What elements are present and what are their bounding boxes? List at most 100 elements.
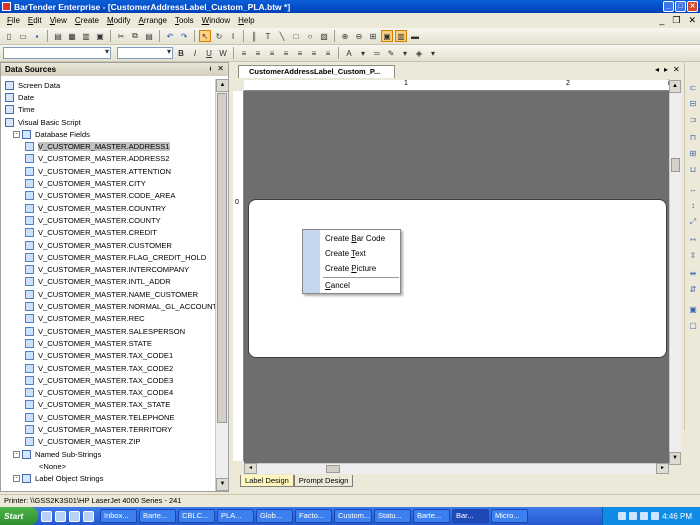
collapse-icon[interactable]: - xyxy=(13,475,20,483)
quicklaunch-explorer-icon[interactable] xyxy=(41,510,52,522)
line-style-icon[interactable]: ═ xyxy=(371,47,383,59)
new-icon[interactable]: ▯ xyxy=(3,30,15,42)
tray-network-icon[interactable] xyxy=(618,512,627,520)
line-color-icon[interactable]: ✎ xyxy=(385,47,397,59)
canvas-scroll-left-icon[interactable]: ◂ xyxy=(244,463,257,474)
align-middles-icon[interactable]: ⊞ xyxy=(687,148,699,160)
mdi-restore-button[interactable]: ❐ xyxy=(672,15,680,26)
minimize-button[interactable]: _ xyxy=(663,1,674,12)
align-center-icon[interactable]: ≡ xyxy=(252,47,264,59)
center-vertical-icon[interactable]: ⇵ xyxy=(687,284,699,296)
tree-item[interactable]: Date xyxy=(5,91,34,103)
rotate-icon[interactable]: ↻ xyxy=(213,30,225,42)
canvas-scroll-down-icon[interactable]: ▼ xyxy=(669,452,681,465)
tree-field-item[interactable]: V_CUSTOMER_MASTER.ZIP xyxy=(25,436,140,448)
tray-security-icon[interactable] xyxy=(640,512,649,520)
tree-field-item[interactable]: V_CUSTOMER_MASTER.FLAG_CREDIT_HOLD xyxy=(25,251,206,263)
canvas-vertical-scrollbar[interactable]: ▲ ▼ xyxy=(669,80,681,465)
space-across-icon[interactable]: ⇿ xyxy=(687,234,699,246)
menu-modify[interactable]: Modify xyxy=(103,16,135,25)
taskbar-task[interactable]: Micro... xyxy=(491,509,528,523)
align-right-edges-icon[interactable]: ⊐ xyxy=(687,114,699,126)
tree-field-item[interactable]: V_CUSTOMER_MASTER.REC xyxy=(25,313,145,325)
clock[interactable]: 4:46 PM xyxy=(662,512,692,521)
tree-field-item[interactable]: V_CUSTOMER_MASTER.ADDRESS2 xyxy=(25,153,170,165)
align-middle-icon[interactable]: ≡ xyxy=(308,47,320,59)
save-icon[interactable]: ▪ xyxy=(31,30,43,42)
tree-field-item[interactable]: V_CUSTOMER_MASTER.NAME_CUSTOMER xyxy=(25,288,198,300)
menu-cancel[interactable]: Cancel xyxy=(325,281,350,290)
fill-color-icon[interactable]: ◈ xyxy=(413,47,425,59)
tree-field-item[interactable]: V_CUSTOMER_MASTER.NORMAL_GL_ACCOUNT xyxy=(25,300,215,312)
tree-item[interactable]: <None> xyxy=(39,460,66,472)
tree-field-item[interactable]: V_CUSTOMER_MASTER.SALESPERSON xyxy=(25,325,185,337)
tree-field-item[interactable]: V_CUSTOMER_MASTER.TAX_CODE4 xyxy=(25,387,173,399)
quicklaunch-media-icon[interactable] xyxy=(83,510,94,522)
align-bottoms-icon[interactable]: ⊔ xyxy=(687,164,699,176)
tab-prompt-design[interactable]: Prompt Design xyxy=(293,475,354,487)
collapse-icon[interactable]: - xyxy=(13,130,20,138)
tree-field-item[interactable]: V_CUSTOMER_MASTER.CUSTOMER xyxy=(25,239,172,251)
close-button[interactable]: ✕ xyxy=(687,1,698,12)
print-icon[interactable]: ▦ xyxy=(66,30,78,42)
canvas-vscroll-thumb[interactable] xyxy=(671,158,680,172)
align-left-edges-icon[interactable]: ⊏ xyxy=(687,82,699,94)
tree-field-item[interactable]: V_CUSTOMER_MASTER.STATE xyxy=(25,337,152,349)
tree-field-item[interactable]: V_CUSTOMER_MASTER.COUNTY xyxy=(25,214,161,226)
canvas-horizontal-scrollbar[interactable]: ◂ ▸ xyxy=(244,463,669,474)
menu-arrange[interactable]: Arrange xyxy=(135,16,171,25)
open-icon[interactable]: ▭ xyxy=(17,30,29,42)
page-view-icon[interactable]: ▣ xyxy=(381,30,393,42)
tree-item[interactable]: Visual Basic Script xyxy=(5,116,81,128)
same-width-icon[interactable]: ↔ xyxy=(687,184,699,196)
pin-icon[interactable]: ᵼ xyxy=(210,64,212,73)
rectangle-tool-icon[interactable]: □ xyxy=(290,30,302,42)
tree-field-item[interactable]: V_CUSTOMER_MASTER.ATTENTION xyxy=(25,165,171,177)
tab-label-design[interactable]: Label Design xyxy=(240,475,294,487)
collapse-icon[interactable]: - xyxy=(13,450,20,458)
text-tool-icon[interactable]: T xyxy=(262,30,274,42)
print-preview-icon[interactable]: ▤ xyxy=(52,30,64,42)
menu-tools[interactable]: Tools xyxy=(171,16,198,25)
database-setup-icon[interactable]: ▣ xyxy=(94,30,106,42)
paste-icon[interactable]: ▤ xyxy=(143,30,155,42)
bring-front-icon[interactable]: ▣ xyxy=(687,304,699,316)
tree-field-item[interactable]: V_CUSTOMER_MASTER.TAX_CODE3 xyxy=(25,374,173,386)
redo-icon[interactable]: ↷ xyxy=(178,30,190,42)
panel-close-icon[interactable]: ✕ xyxy=(217,64,224,73)
taskbar-task[interactable]: PLA... xyxy=(217,509,254,523)
canvas-scroll-right-icon[interactable]: ▸ xyxy=(656,463,669,474)
menu-create-bar-code[interactable]: Create Bar Code xyxy=(325,234,385,243)
taskbar-task[interactable]: Bar... xyxy=(452,509,489,523)
tree-field-item[interactable]: V_CUSTOMER_MASTER.INTL_ADDR xyxy=(25,276,171,288)
menu-create[interactable]: Create xyxy=(71,16,103,25)
quicklaunch-ie-icon[interactable] xyxy=(69,510,80,522)
print-setup-icon[interactable]: ▥ xyxy=(80,30,92,42)
zoom-in-icon[interactable]: ⊕ xyxy=(339,30,351,42)
tree-field-item[interactable]: V_CUSTOMER_MASTER.CREDIT xyxy=(25,227,157,239)
align-bottom-icon[interactable]: ≡ xyxy=(322,47,334,59)
menu-help[interactable]: Help xyxy=(234,16,258,25)
tree-item[interactable]: Time xyxy=(5,104,35,116)
same-size-icon[interactable]: ⤢ xyxy=(687,216,699,228)
taskbar-task[interactable]: Inbox... xyxy=(100,509,137,523)
tray-update-icon[interactable] xyxy=(651,512,660,520)
align-centers-icon[interactable]: ⊟ xyxy=(687,98,699,110)
justify-icon[interactable]: ≡ xyxy=(280,47,292,59)
start-button[interactable]: Start xyxy=(0,507,38,525)
tree-field-item[interactable]: V_CUSTOMER_MASTER.CODE_AREA xyxy=(25,190,175,202)
align-right-icon[interactable]: ≡ xyxy=(266,47,278,59)
tree-field-item[interactable]: V_CUSTOMER_MASTER.TERRITORY xyxy=(25,423,172,435)
undo-icon[interactable]: ↶ xyxy=(164,30,176,42)
line-color-dropdown-icon[interactable]: ▾ xyxy=(399,47,411,59)
tree-field-item[interactable]: V_CUSTOMER_MASTER.COUNTRY xyxy=(25,202,166,214)
menu-window[interactable]: Window xyxy=(198,16,234,25)
mdi-close-button[interactable]: ✕ xyxy=(688,15,696,26)
ellipse-tool-icon[interactable]: ○ xyxy=(304,30,316,42)
bold-icon[interactable]: B xyxy=(175,47,187,59)
tree-field-item[interactable]: V_CUSTOMER_MASTER.TELEPHONE xyxy=(25,411,175,423)
taskbar-task[interactable]: CBLC... xyxy=(178,509,215,523)
canvas-hscroll-thumb[interactable] xyxy=(326,465,340,473)
menu-create-picture[interactable]: Create Picture xyxy=(325,264,376,273)
wordwrap-icon[interactable]: W xyxy=(217,47,229,59)
